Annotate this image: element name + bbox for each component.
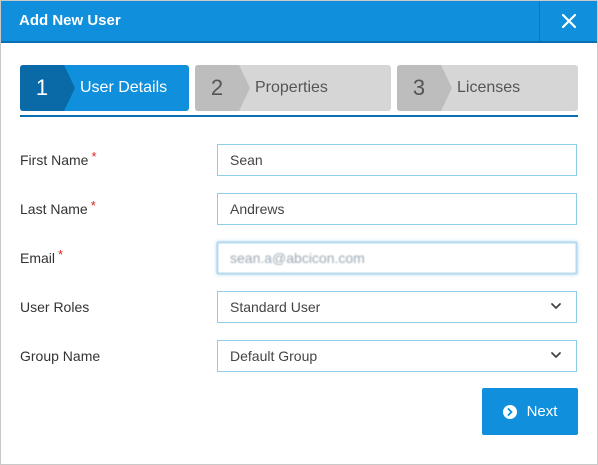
step-label: Properties — [255, 79, 328, 96]
close-icon — [561, 13, 576, 29]
first-name-label: First Name * — [20, 149, 97, 168]
step-licenses[interactable]: 3 Licenses — [397, 65, 578, 111]
next-button-label: Next — [526, 403, 558, 420]
last-name-label-text: Last Name — [20, 201, 88, 217]
user-roles-label: User Roles — [20, 299, 90, 315]
step-arrow — [64, 65, 75, 111]
last-name-label: Last Name * — [20, 198, 96, 217]
stepper-divider — [20, 115, 578, 117]
email-input[interactable] — [217, 242, 577, 274]
required-mark: * — [58, 247, 64, 262]
step-number: 3 — [397, 65, 441, 111]
wizard-stepper: 1 User Details 2 Properties 3 Licenses — [20, 65, 578, 111]
last-name-input[interactable] — [217, 193, 577, 225]
group-name-value: Default Group — [230, 348, 318, 364]
close-button[interactable] — [539, 1, 597, 41]
dialog-titlebar: Add New User — [1, 1, 597, 43]
step-properties[interactable]: 2 Properties — [195, 65, 391, 111]
email-label-text: Email — [20, 250, 56, 266]
step-arrow — [441, 65, 452, 111]
step-arrow — [239, 65, 250, 111]
first-name-input[interactable] — [217, 144, 577, 176]
first-name-label-text: First Name — [20, 152, 89, 168]
user-roles-value: Standard User — [230, 299, 321, 315]
next-button[interactable]: Next — [482, 388, 578, 435]
required-mark: * — [90, 198, 96, 213]
add-user-dialog: Add New User 1 User Details 2 Properties… — [0, 0, 598, 465]
group-name-label: Group Name — [20, 348, 101, 364]
step-user-details[interactable]: 1 User Details — [20, 65, 189, 111]
chevron-down-icon — [551, 352, 561, 358]
chevron-down-icon — [551, 303, 561, 309]
step-label: User Details — [80, 79, 168, 96]
group-name-select[interactable]: Default Group — [217, 340, 577, 372]
dialog-title: Add New User — [19, 12, 121, 29]
user-roles-select[interactable]: Standard User — [217, 291, 577, 323]
step-number: 1 — [20, 65, 64, 111]
step-label: Licenses — [457, 79, 521, 96]
required-mark: * — [91, 149, 97, 164]
step-number: 2 — [195, 65, 239, 111]
email-label: Email * — [20, 247, 64, 266]
arrow-circle-right-icon — [502, 404, 517, 419]
